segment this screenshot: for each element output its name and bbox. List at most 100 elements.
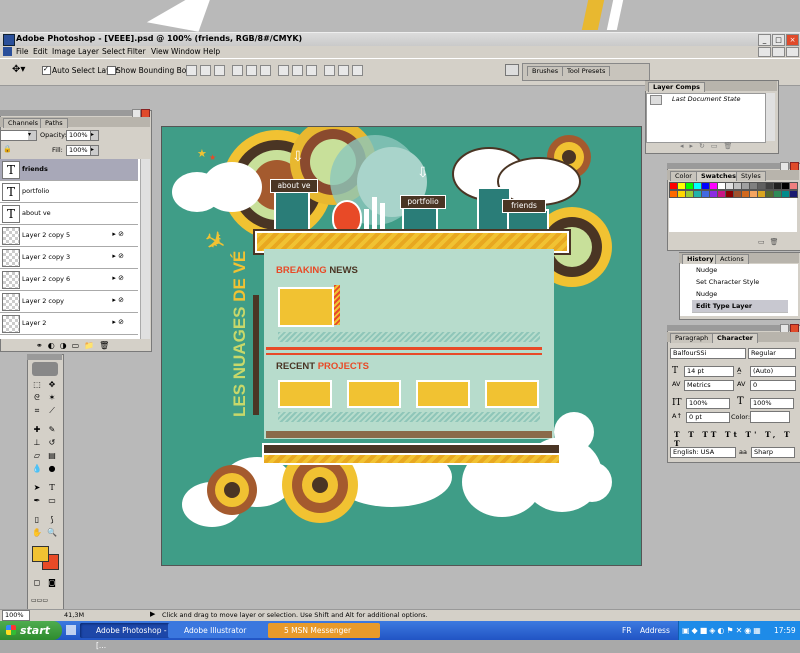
status-arrow-icon[interactable]: ▶ bbox=[150, 610, 155, 618]
type-tool-icon[interactable]: T bbox=[46, 483, 58, 493]
menu-select[interactable]: Select bbox=[102, 47, 125, 56]
history-item-current[interactable]: Edit Type Layer bbox=[692, 300, 788, 313]
menu-image[interactable]: Image bbox=[52, 47, 76, 56]
layer-actions-icons[interactable]: ⚭◐◑▭📁🗑 bbox=[36, 341, 114, 350]
fill-input[interactable]: 100% bbox=[66, 145, 92, 156]
move-tool-icon[interactable]: ✥▾ bbox=[12, 64, 25, 75]
distribute-bottom-icon[interactable] bbox=[306, 65, 317, 76]
zoom-input[interactable]: 100% bbox=[2, 610, 30, 621]
font-size-input[interactable]: 14 pt bbox=[684, 366, 734, 377]
opacity-arrow-icon[interactable]: ▸ bbox=[90, 130, 99, 141]
layer-row[interactable]: Tabout ve bbox=[0, 203, 138, 225]
align-bottom-icon[interactable] bbox=[214, 65, 225, 76]
move-tool-icon[interactable]: ✥ bbox=[46, 380, 58, 390]
eyedropper-icon[interactable]: ⟆ bbox=[46, 515, 58, 525]
kerning-input[interactable]: Metrics bbox=[684, 380, 734, 391]
distribute-hcenter-icon[interactable] bbox=[338, 65, 349, 76]
quicklaunch-icon[interactable] bbox=[66, 625, 76, 635]
task-illustrator[interactable]: Adobe Illustrator bbox=[168, 623, 278, 638]
menu-view[interactable]: View bbox=[151, 47, 169, 56]
layer-row[interactable]: Layer 2 copy 5 ▸ ⊘ bbox=[0, 225, 138, 247]
gradient-tool-icon[interactable]: ▤ bbox=[46, 451, 58, 461]
crop-tool-icon[interactable]: ⌗ bbox=[31, 406, 43, 416]
blend-mode-select[interactable]: ▾ bbox=[0, 130, 37, 141]
slice-tool-icon[interactable]: ⟋ bbox=[46, 406, 58, 416]
layer-row[interactable]: Layer 2 copy 3 ▸ ⊘ bbox=[0, 247, 138, 269]
layer-row[interactable]: Layer 2 copy ▸ ⊘ bbox=[0, 291, 138, 313]
fx-icon[interactable]: ▸ ⊘ bbox=[112, 274, 124, 282]
dodge-tool-icon[interactable]: ● bbox=[46, 464, 58, 474]
distribute-vcenter-icon[interactable] bbox=[292, 65, 303, 76]
comps-scrollbar[interactable] bbox=[766, 93, 775, 141]
align-top-icon[interactable] bbox=[186, 65, 197, 76]
maximize-button[interactable]: □ bbox=[772, 34, 785, 46]
shape-tool-icon[interactable]: ▭ bbox=[46, 496, 58, 506]
eraser-tool-icon[interactable]: ▱ bbox=[31, 451, 43, 461]
close-button[interactable]: × bbox=[786, 34, 799, 46]
doc-restore-button[interactable] bbox=[772, 47, 785, 57]
bounding-box-checkbox[interactable] bbox=[107, 66, 116, 75]
well-tab-tool-presets[interactable]: Tool Presets bbox=[562, 66, 611, 76]
menu-window[interactable]: Window bbox=[171, 47, 201, 56]
align-vcenter-icon[interactable] bbox=[200, 65, 211, 76]
fx-icon[interactable]: ▸ ⊘ bbox=[112, 252, 124, 260]
layer-row[interactable]: Tfriends bbox=[0, 159, 138, 181]
fx-icon[interactable]: ▸ ⊘ bbox=[112, 230, 124, 238]
start-button[interactable]: start bbox=[0, 621, 62, 640]
brush-tool-icon[interactable]: ✎ bbox=[46, 425, 58, 435]
tracking-input[interactable]: 0 bbox=[750, 380, 796, 391]
distribute-left-icon[interactable] bbox=[324, 65, 335, 76]
text-color-swatch[interactable] bbox=[750, 411, 790, 423]
layer-row[interactable]: Layer 2 ▸ ⊘ bbox=[0, 313, 138, 335]
layers-scrollbar[interactable] bbox=[140, 159, 150, 339]
tab-channels[interactable]: Channels bbox=[3, 118, 44, 128]
opacity-input[interactable]: 100% bbox=[66, 130, 92, 141]
document-canvas[interactable]: about ve portfolio friends ⇩ ⇩ ✈ ★ ★ LES… bbox=[161, 126, 642, 566]
horizontal-scale-input[interactable]: 100% bbox=[750, 398, 794, 409]
tab-paragraph[interactable]: Paragraph bbox=[670, 333, 714, 343]
menu-layer[interactable]: Layer bbox=[78, 47, 99, 56]
tab-paths[interactable]: Paths bbox=[40, 118, 68, 128]
blur-tool-icon[interactable]: 💧 bbox=[31, 464, 43, 474]
foreground-color-swatch-top[interactable] bbox=[32, 546, 49, 562]
leading-input[interactable]: (Auto) bbox=[750, 366, 796, 377]
fx-icon[interactable]: ▸ ⊘ bbox=[112, 318, 124, 326]
tab-swatches[interactable]: Swatches bbox=[696, 171, 741, 181]
fx-icon[interactable]: ▸ ⊘ bbox=[112, 296, 124, 304]
color-swatch[interactable] bbox=[789, 190, 798, 198]
task-photoshop[interactable]: Adobe Photoshop - [... bbox=[80, 623, 178, 650]
tab-character[interactable]: Character bbox=[712, 333, 758, 343]
align-right-icon[interactable] bbox=[260, 65, 271, 76]
pen-tool-icon[interactable]: ✒ bbox=[31, 496, 43, 506]
menu-edit[interactable]: Edit bbox=[33, 47, 48, 56]
language-select[interactable]: English: USA bbox=[670, 447, 736, 458]
auto-select-checkbox[interactable]: ✓ bbox=[42, 65, 51, 75]
comps-actions-icons[interactable]: ◂▸↻▭🗑 bbox=[680, 142, 738, 150]
color-swatch[interactable] bbox=[789, 182, 798, 190]
zoom-tool-icon[interactable]: 🔍 bbox=[46, 528, 58, 538]
distribute-right-icon[interactable] bbox=[352, 65, 363, 76]
vertical-scale-input[interactable]: 100% bbox=[686, 398, 730, 409]
magic-wand-icon[interactable]: ✶ bbox=[46, 393, 58, 403]
notes-tool-icon[interactable]: ▯ bbox=[31, 515, 43, 525]
layer-row[interactable]: Tportfolio bbox=[0, 181, 138, 203]
healing-brush-icon[interactable]: ✚ bbox=[31, 425, 43, 435]
antialias-select[interactable]: Sharp bbox=[751, 447, 795, 458]
tab-history[interactable]: History bbox=[682, 254, 719, 264]
type-style-buttons[interactable]: T T TT Tt T' T, T T bbox=[674, 430, 800, 448]
marquee-tool-icon[interactable]: ⬚ bbox=[31, 380, 43, 390]
swatch-actions-icons[interactable]: ▭🗑 bbox=[758, 238, 784, 246]
screen-mode-icon[interactable]: ▭▭▭ bbox=[31, 596, 48, 606]
font-style-select[interactable]: Regular bbox=[748, 348, 796, 359]
menu-help[interactable]: Help bbox=[203, 47, 220, 56]
tab-layer-comps[interactable]: Layer Comps bbox=[648, 82, 705, 92]
minimize-button[interactable]: _ bbox=[758, 34, 771, 46]
tab-color[interactable]: Color bbox=[670, 171, 697, 181]
history-brush-icon[interactable]: ↺ bbox=[46, 438, 58, 448]
tray-icons[interactable]: ▣◆■◈◐⚑✕◉▦ bbox=[682, 626, 763, 635]
font-family-select[interactable]: BalfourSSi bbox=[670, 348, 746, 359]
well-tab-brushes[interactable]: Brushes bbox=[527, 66, 564, 76]
lasso-tool-icon[interactable]: ᘓ bbox=[31, 393, 43, 403]
baseline-input[interactable]: 0 pt bbox=[686, 412, 730, 423]
task-msn[interactable]: 5 MSN Messenger bbox=[268, 623, 380, 638]
